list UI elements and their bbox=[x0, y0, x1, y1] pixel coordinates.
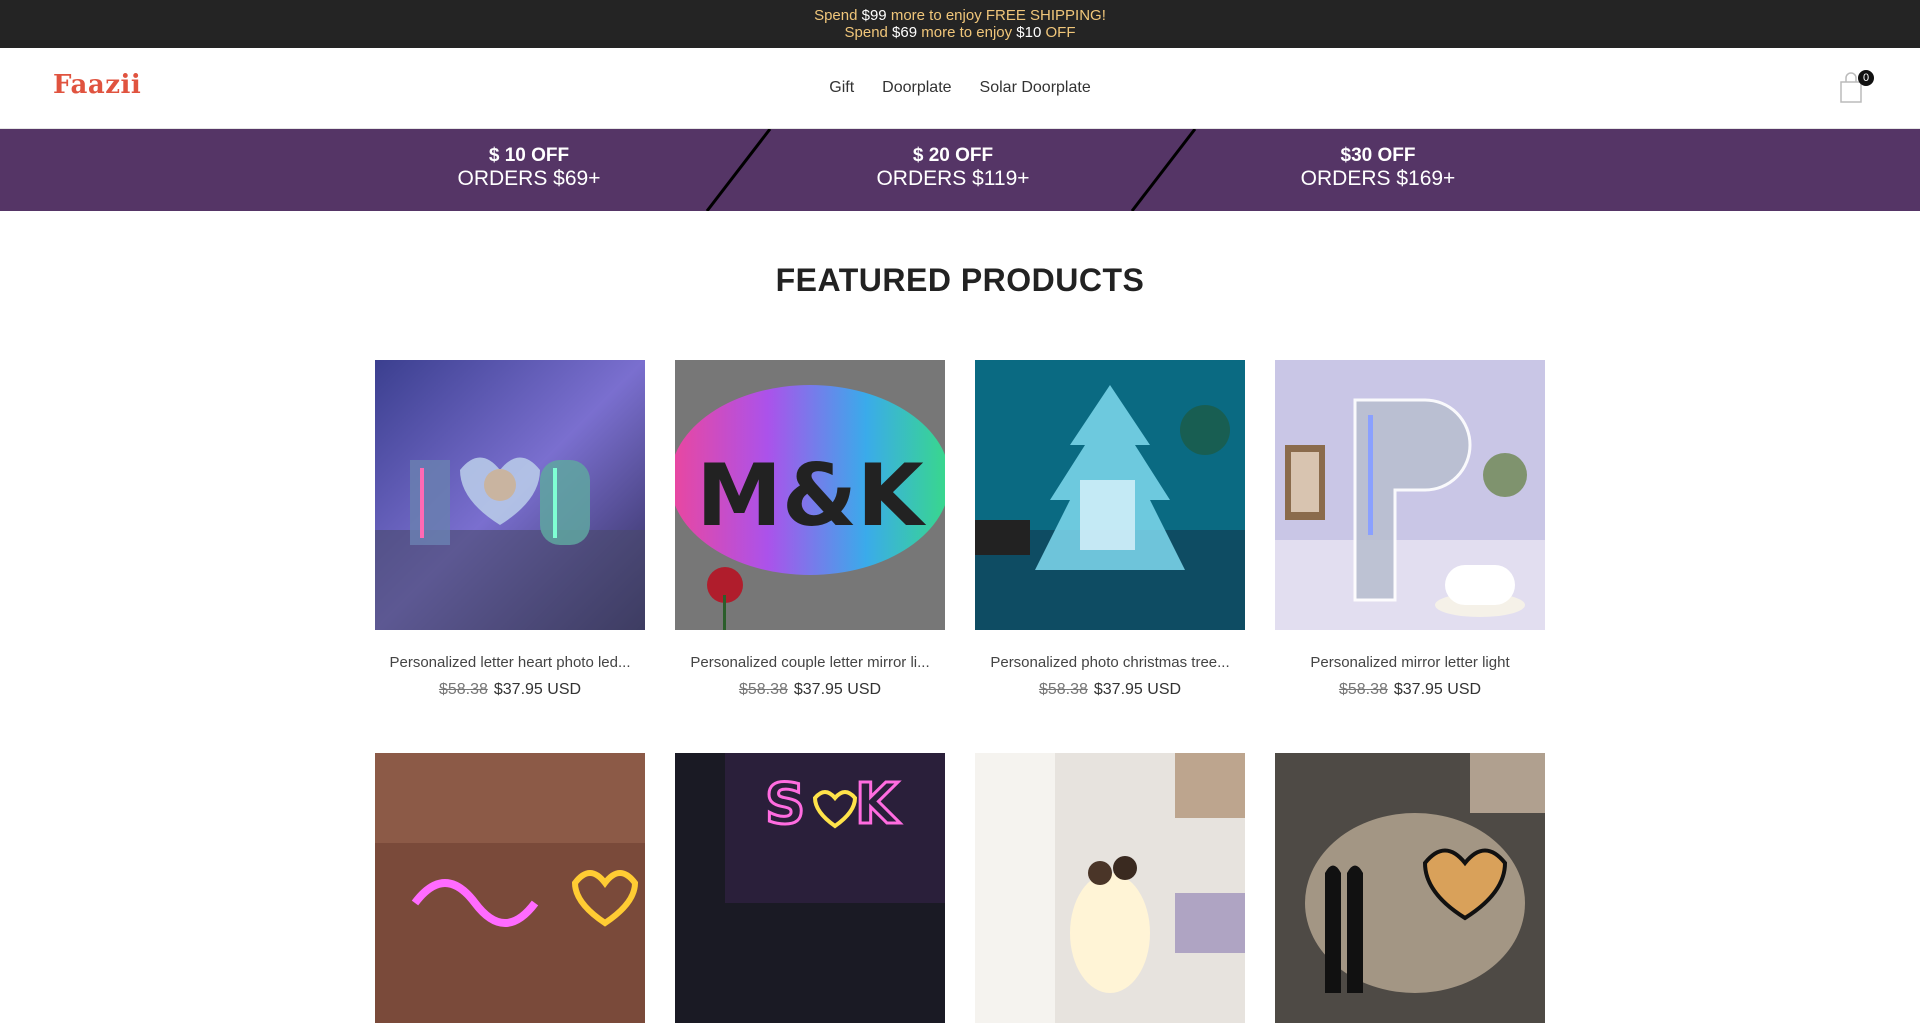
compare-price: $58.38 bbox=[438, 681, 488, 698]
product-card[interactable]: S K bbox=[675, 753, 945, 1023]
site-header: Faazii Gift Doorplate Solar Doorplate 0 bbox=[0, 48, 1920, 129]
announcement-text: more to enjoy bbox=[917, 24, 1017, 41]
product-card[interactable] bbox=[975, 753, 1245, 1023]
announcement-bar: Spend $99 more to enjoy FREE SHIPPING! S… bbox=[0, 0, 1920, 48]
announcement-text: OFF bbox=[1041, 24, 1076, 41]
announcement-line-2: Spend $69 more to enjoy $10 OFF bbox=[0, 24, 1920, 41]
nav-item-gift[interactable]: Gift bbox=[829, 79, 854, 97]
product-image-couple-silhouette[interactable] bbox=[1275, 753, 1545, 1023]
product-title[interactable]: Personalized couple letter mirror li... bbox=[675, 654, 945, 671]
section-title: FEATURED PRODUCTS bbox=[775, 262, 1145, 298]
product-card[interactable]: Personalized mirror letter light $58.38 $… bbox=[1275, 360, 1545, 699]
promo-tier-1: $ 10 OFF ORDERS $69+ bbox=[379, 145, 679, 191]
product-card[interactable]: M&K Personalized couple letter mirror li… bbox=[675, 360, 945, 699]
compare-price: $58.38 bbox=[1338, 681, 1388, 698]
nav-item-doorplate[interactable]: Doorplate bbox=[882, 79, 951, 97]
announcement-amount: $99 bbox=[861, 7, 887, 24]
product-price: $58.38 $37.95 USD bbox=[375, 681, 645, 699]
product-image-mirror-letter[interactable] bbox=[1275, 360, 1545, 630]
product-price: $58.38 $37.95 USD bbox=[675, 681, 945, 699]
sale-price: $37.95 USD bbox=[793, 681, 882, 698]
announcement-text: Spend bbox=[814, 7, 862, 24]
promo-amount: $ 10 OFF bbox=[488, 145, 570, 166]
promo-orders: ORDERS $69+ bbox=[457, 167, 601, 190]
svg-text:K: K bbox=[855, 772, 901, 837]
product-card[interactable]: Personalized letter heart photo led... $… bbox=[375, 360, 645, 699]
promo-orders: ORDERS $169+ bbox=[1300, 167, 1456, 190]
announcement-text: Spend bbox=[844, 24, 893, 41]
sale-price: $37.95 USD bbox=[1393, 681, 1482, 698]
product-image-letter-heart[interactable] bbox=[375, 360, 645, 630]
product-image-couple-mirror[interactable]: M&K bbox=[675, 360, 945, 630]
product-price: $58.38 $37.95 USD bbox=[975, 681, 1245, 699]
promo-tier-3: $30 OFF ORDERS $169+ bbox=[1228, 145, 1528, 191]
product-image-neon-initials[interactable]: S K bbox=[675, 753, 945, 1023]
announcement-line-1: Spend $99 more to enjoy FREE SHIPPING! bbox=[0, 7, 1920, 24]
svg-text:M&K: M&K bbox=[696, 446, 927, 546]
sale-price: $37.95 USD bbox=[493, 681, 582, 698]
announcement-amount: $69 bbox=[892, 24, 918, 41]
promo-amount: $30 OFF bbox=[1340, 145, 1416, 166]
product-image-christmas-tree[interactable] bbox=[975, 360, 1245, 630]
nav-item-solar-doorplate[interactable]: Solar Doorplate bbox=[980, 79, 1091, 97]
product-card[interactable] bbox=[375, 753, 645, 1023]
announcement-text: more to enjoy FREE SHIPPING! bbox=[886, 7, 1106, 24]
announcement-amount: $10 bbox=[1016, 24, 1042, 41]
promo-banner[interactable]: $ 10 OFF ORDERS $69+ $ 20 OFF ORDERS $11… bbox=[0, 129, 1920, 211]
promo-amount: $ 20 OFF bbox=[912, 145, 994, 166]
product-title[interactable]: Personalized mirror letter light bbox=[1275, 654, 1545, 671]
product-image-neon-name[interactable] bbox=[375, 753, 645, 1023]
product-price: $58.38 $37.95 USD bbox=[1275, 681, 1545, 699]
product-card[interactable]: Personalized photo christmas tree... $58… bbox=[975, 360, 1245, 699]
cart-button[interactable]: 0 bbox=[1838, 70, 1874, 106]
compare-price: $58.38 bbox=[1038, 681, 1088, 698]
promo-orders: ORDERS $119+ bbox=[876, 167, 1030, 190]
product-title[interactable]: Personalized letter heart photo led... bbox=[375, 654, 645, 671]
svg-text:S: S bbox=[765, 772, 805, 837]
main-nav: Gift Doorplate Solar Doorplate bbox=[0, 48, 1920, 128]
promo-tier-2: $ 20 OFF ORDERS $119+ bbox=[803, 145, 1103, 191]
sale-price: $37.95 USD bbox=[1093, 681, 1182, 698]
compare-price: $58.38 bbox=[738, 681, 788, 698]
cart-count-badge: 0 bbox=[1858, 70, 1874, 86]
product-title[interactable]: Personalized photo christmas tree... bbox=[975, 654, 1245, 671]
product-card[interactable] bbox=[1275, 753, 1545, 1023]
product-image-couple-lamp[interactable] bbox=[975, 753, 1245, 1023]
